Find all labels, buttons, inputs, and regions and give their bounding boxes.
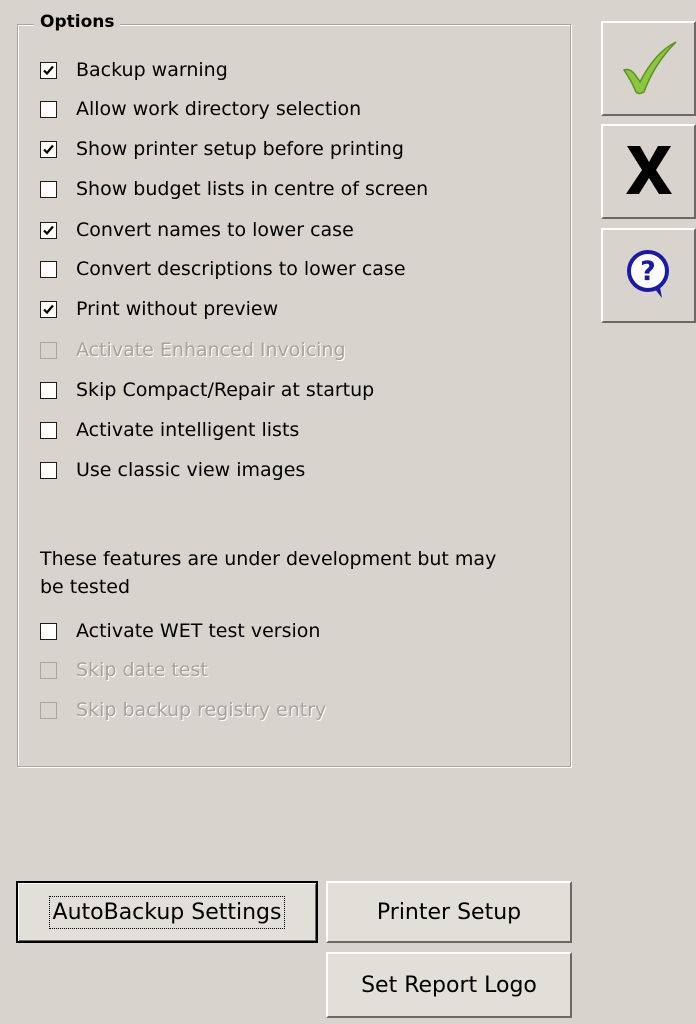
option-convert-descriptions[interactable]: Convert descriptions to lower case: [40, 257, 406, 281]
checkbox: [40, 341, 57, 359]
help-button[interactable]: ?: [601, 228, 696, 323]
cancel-button[interactable]: [601, 124, 696, 219]
checkbox[interactable]: [40, 622, 57, 640]
option-enhanced-invoicing: Activate Enhanced Invoicing: [40, 338, 346, 362]
option-allow-work-directory[interactable]: Allow work directory selection: [40, 97, 361, 121]
option-intelligent-lists[interactable]: Activate intelligent lists: [40, 418, 299, 442]
x-icon: [619, 140, 679, 204]
printer-setup-label: Printer Setup: [376, 899, 522, 925]
option-label: Activate intelligent lists: [76, 419, 300, 441]
option-show-printer-setup[interactable]: Show printer setup before printing: [40, 137, 404, 161]
checkbox[interactable]: [40, 140, 57, 158]
autobackup-settings-button[interactable]: AutoBackup Settings: [16, 881, 318, 943]
option-skip-compact-repair[interactable]: Skip Compact/Repair at startup: [40, 378, 374, 402]
autobackup-settings-label: AutoBackup Settings: [48, 895, 286, 929]
svg-text:?: ?: [640, 256, 656, 287]
option-label: Skip backup registry entry: [76, 699, 327, 721]
checkbox[interactable]: [40, 421, 57, 439]
option-label: Show printer setup before printing: [76, 138, 404, 160]
development-note: These features are under development but…: [40, 548, 497, 598]
option-skip-date-test: Skip date test: [40, 658, 208, 682]
checkbox[interactable]: [40, 221, 57, 239]
option-label: Use classic view images: [76, 459, 306, 481]
option-label: Convert descriptions to lower case: [76, 258, 406, 280]
option-backup-warning[interactable]: Backup warning: [40, 58, 228, 82]
option-skip-backup-registry: Skip backup registry entry: [40, 698, 326, 722]
option-classic-view-images[interactable]: Use classic view images: [40, 458, 305, 482]
checkbox[interactable]: [40, 461, 57, 479]
option-label: Skip date test: [76, 659, 208, 681]
option-label: Skip Compact/Repair at startup: [76, 379, 375, 401]
option-label: Show budget lists in centre of screen: [76, 178, 429, 200]
question-icon: ?: [624, 247, 674, 305]
checkbox[interactable]: [40, 100, 57, 118]
checkbox[interactable]: [40, 180, 57, 198]
checkbox[interactable]: [40, 381, 57, 399]
checkbox[interactable]: [40, 61, 57, 79]
ok-button[interactable]: [601, 21, 696, 116]
checkbox[interactable]: [40, 260, 57, 278]
option-label: Activate Enhanced Invoicing: [76, 339, 346, 361]
option-label: Backup warning: [76, 59, 228, 81]
checkmark-icon: [618, 36, 680, 102]
option-label: Print without preview: [76, 298, 279, 320]
set-report-logo-label: Set Report Logo: [361, 972, 537, 998]
option-label: Activate WET test version: [76, 620, 321, 642]
checkbox[interactable]: [40, 300, 57, 318]
option-convert-names[interactable]: Convert names to lower case: [40, 218, 354, 242]
set-report-logo-button[interactable]: Set Report Logo: [326, 952, 572, 1018]
option-print-without-preview[interactable]: Print without preview: [40, 297, 278, 321]
printer-setup-button[interactable]: Printer Setup: [326, 881, 572, 943]
option-wet-test-version[interactable]: Activate WET test version: [40, 619, 320, 643]
option-label: Allow work directory selection: [76, 98, 362, 120]
option-label: Convert names to lower case: [76, 219, 354, 241]
options-group-title: Options: [34, 11, 121, 33]
checkbox: [40, 661, 57, 679]
checkbox: [40, 701, 57, 719]
option-show-budget-lists[interactable]: Show budget lists in centre of screen: [40, 177, 428, 201]
